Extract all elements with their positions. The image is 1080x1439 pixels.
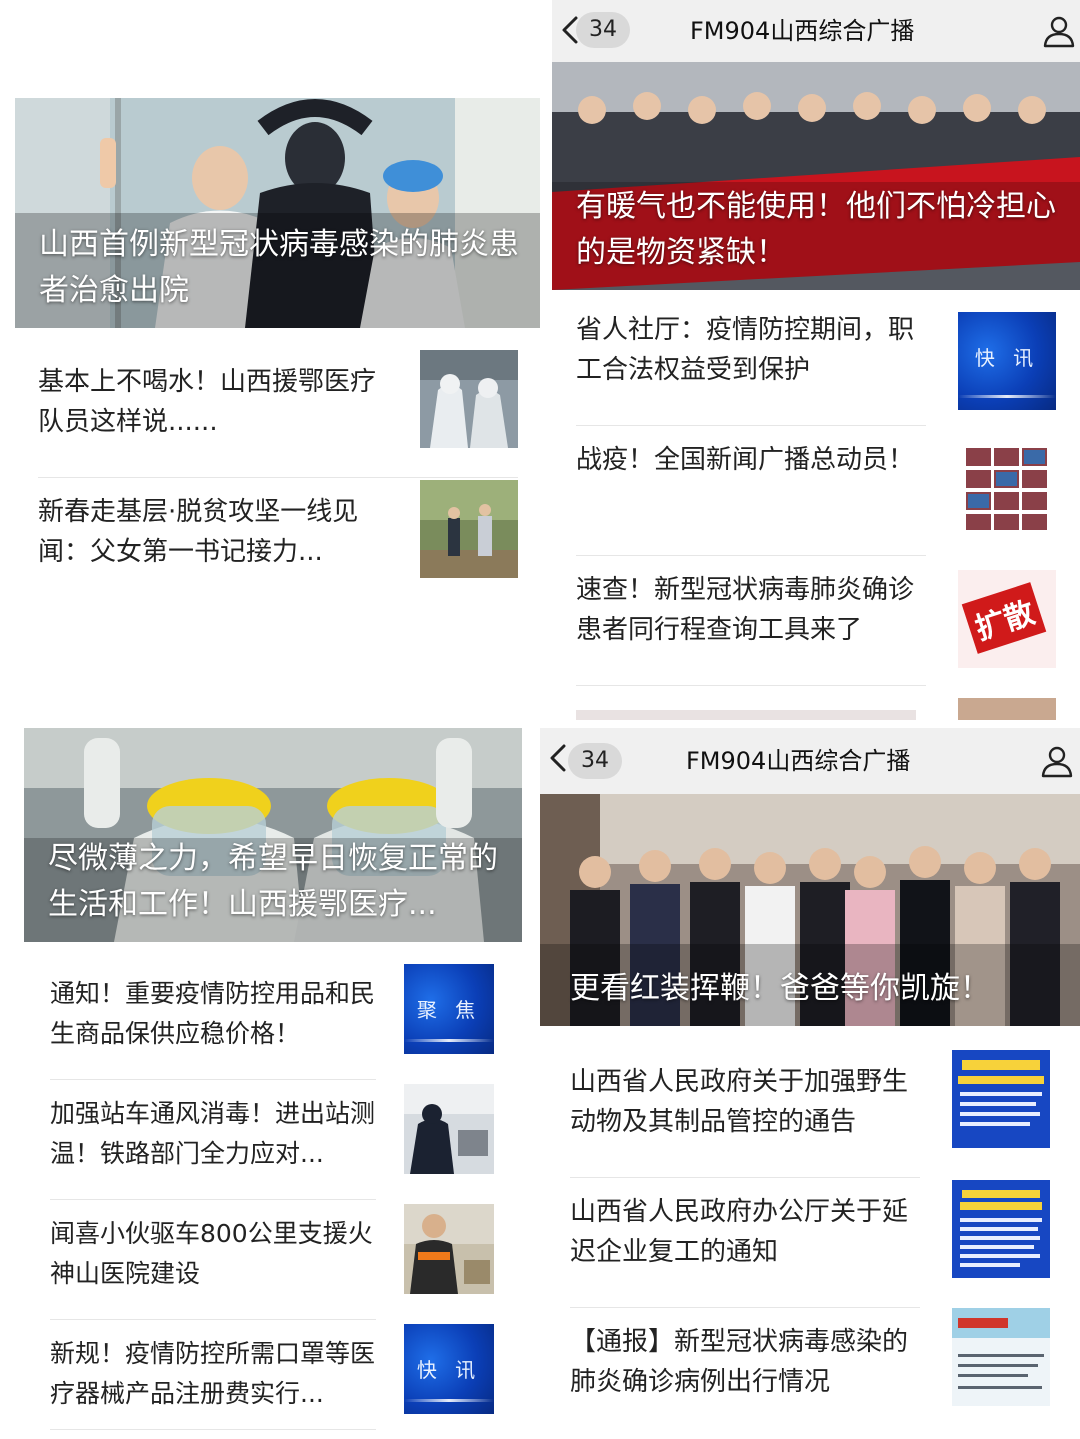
thumbnail-video-grid [964,446,1050,532]
item-title: 加强站车通风消毒！进出站测温！铁路部门全力应对... [50,1099,376,1168]
account-title: FM904山西综合广播 [686,747,911,775]
list-item[interactable]: 新规！疫情防控所需口罩等医疗器械产品注册费实行... [50,1322,376,1430]
panel-top-right: 34 FM904山西综合广播 有暖气也不能使用！他们不怕冷担心的是物资紧缺！ 省… [552,0,1080,720]
unread-count-badge[interactable]: 34 [568,743,622,779]
wechat-nav-bar: 34 FM904山西综合广播 [540,728,1080,794]
thumbnail-focus: 聚 焦 [404,964,494,1054]
list-item[interactable]: 省人社厅：疫情防控期间，职工合法权益受到保护 [576,298,926,426]
list-item[interactable]: 新春走基层·脱贫攻坚一线见闻：父女第一书记接力... [38,480,518,608]
cut-off-thumbnail [958,698,1056,720]
item-title: 战疫！全国新闻广播总动员！ [576,445,915,475]
cut-off-item [576,710,916,720]
hero-article[interactable]: 山西首例新型冠状病毒感染的肺炎患者治愈出院 [15,98,540,328]
hero-title: 更看红装挥鞭！爸爸等你凯旋！ [570,971,990,1006]
thumbnail-spread: 扩散 [958,570,1056,668]
thumbnail-word: 聚 焦 [416,998,482,1022]
list-item[interactable]: 通知！重要疫情防控用品和民生商品保供应稳价格！ [50,962,376,1080]
light-streak [404,1039,494,1042]
hero-article[interactable]: 更看红装挥鞭！爸爸等你凯旋！ [540,794,1080,1026]
list-item[interactable]: 山西省人民政府关于加强野生动物及其制品管控的通告 [570,1050,920,1178]
light-streak [958,395,1056,398]
thumbnail-village-visit [420,480,518,578]
item-title: 速查！新型冠状病毒肺炎确诊患者同行程查询工具来了 [576,575,915,645]
panel-bottom-left: 尽微薄之力，希望早日恢复正常的生活和工作！山西援鄂医疗... 通知！重要疫情防控… [0,720,540,1439]
thumbnail-news-flash: 快 讯 [958,312,1056,410]
list-item[interactable]: 战疫！全国新闻广播总动员！ [576,428,926,556]
list-item[interactable]: 加强站车通风消毒！进出站测温！铁路部门全力应对... [50,1082,376,1200]
user-icon[interactable] [1042,14,1076,48]
list-item[interactable]: 基本上不喝水！山西援鄂医疗队员这样说...... [38,350,518,478]
list-item[interactable]: 山西省人民政府办公厅关于延迟企业复工的通知 [570,1180,920,1308]
panel-top-left: 山西首例新型冠状病毒感染的肺炎患者治愈出院 基本上不喝水！山西援鄂医疗队员这样说… [0,0,545,715]
item-title: 【通报】新型冠状病毒感染的肺炎确诊病例出行情况 [570,1327,909,1397]
item-title: 省人社厅：疫情防控期间，职工合法权益受到保护 [576,315,915,385]
item-title: 新春走基层·脱贫攻坚一线见闻：父女第一书记接力... [38,497,359,567]
account-title: FM904山西综合广播 [690,17,915,45]
thumbnail-word: 快 讯 [974,346,1040,370]
unread-count-badge[interactable]: 34 [576,12,630,48]
user-icon[interactable] [1040,744,1074,778]
hero-title: 山西首例新型冠状病毒感染的肺炎患者治愈出院 [39,227,519,308]
hero-title: 有暖气也不能使用！他们不怕冷担心的是物资紧缺！ [576,189,1056,270]
thumbnail-station-temperature [404,1084,494,1174]
brand-logo [416,972,488,990]
item-title: 新规！疫情防控所需口罩等医疗器械产品注册费实行... [50,1339,376,1408]
list-item[interactable]: 闻喜小伙驱车800公里支援火神山医院建设 [50,1202,376,1320]
thumbnail-government-website [952,1308,1050,1406]
light-streak [404,1399,494,1402]
thumbnail-word: 快 讯 [416,1358,482,1382]
panel-bottom-right: 34 FM904山西综合广播 更看红装挥鞭！爸爸等你凯旋！ 山西省人民政府关于加… [540,728,1080,1439]
thumbnail-government-notice [952,1050,1050,1148]
brand-logo [970,320,1050,338]
item-title: 通知！重要疫情防控用品和民生商品保供应稳价格！ [50,979,376,1048]
thumbnail-news-flash: 快 讯 [404,1324,494,1414]
thumbnail-word: 扩散 [961,582,1047,654]
list-item[interactable]: 速查！新型冠状病毒肺炎确诊患者同行程查询工具来了 [576,558,926,686]
thumbnail-government-notice [952,1180,1050,1278]
brand-logo [416,1332,488,1350]
hero-article[interactable]: 尽微薄之力，希望早日恢复正常的生活和工作！山西援鄂医疗... [24,728,522,942]
hero-title: 尽微薄之力，希望早日恢复正常的生活和工作！山西援鄂医疗... [48,841,498,922]
wechat-nav-bar: 34 FM904山西综合广播 [552,0,1080,62]
hero-article[interactable]: 有暖气也不能使用！他们不怕冷担心的是物资紧缺！ [552,62,1080,290]
item-title: 山西省人民政府办公厅关于延迟企业复工的通知 [570,1197,909,1267]
list-item[interactable]: 【通报】新型冠状病毒感染的肺炎确诊病例出行情况 [570,1310,920,1428]
item-title: 山西省人民政府关于加强野生动物及其制品管控的通告 [570,1067,909,1137]
thumbnail-worker-vest [404,1204,494,1294]
item-title: 基本上不喝水！山西援鄂医疗队员这样说...... [38,367,377,437]
item-title: 闻喜小伙驱车800公里支援火神山医院建设 [50,1219,373,1288]
thumbnail-medical-staff [420,350,518,448]
